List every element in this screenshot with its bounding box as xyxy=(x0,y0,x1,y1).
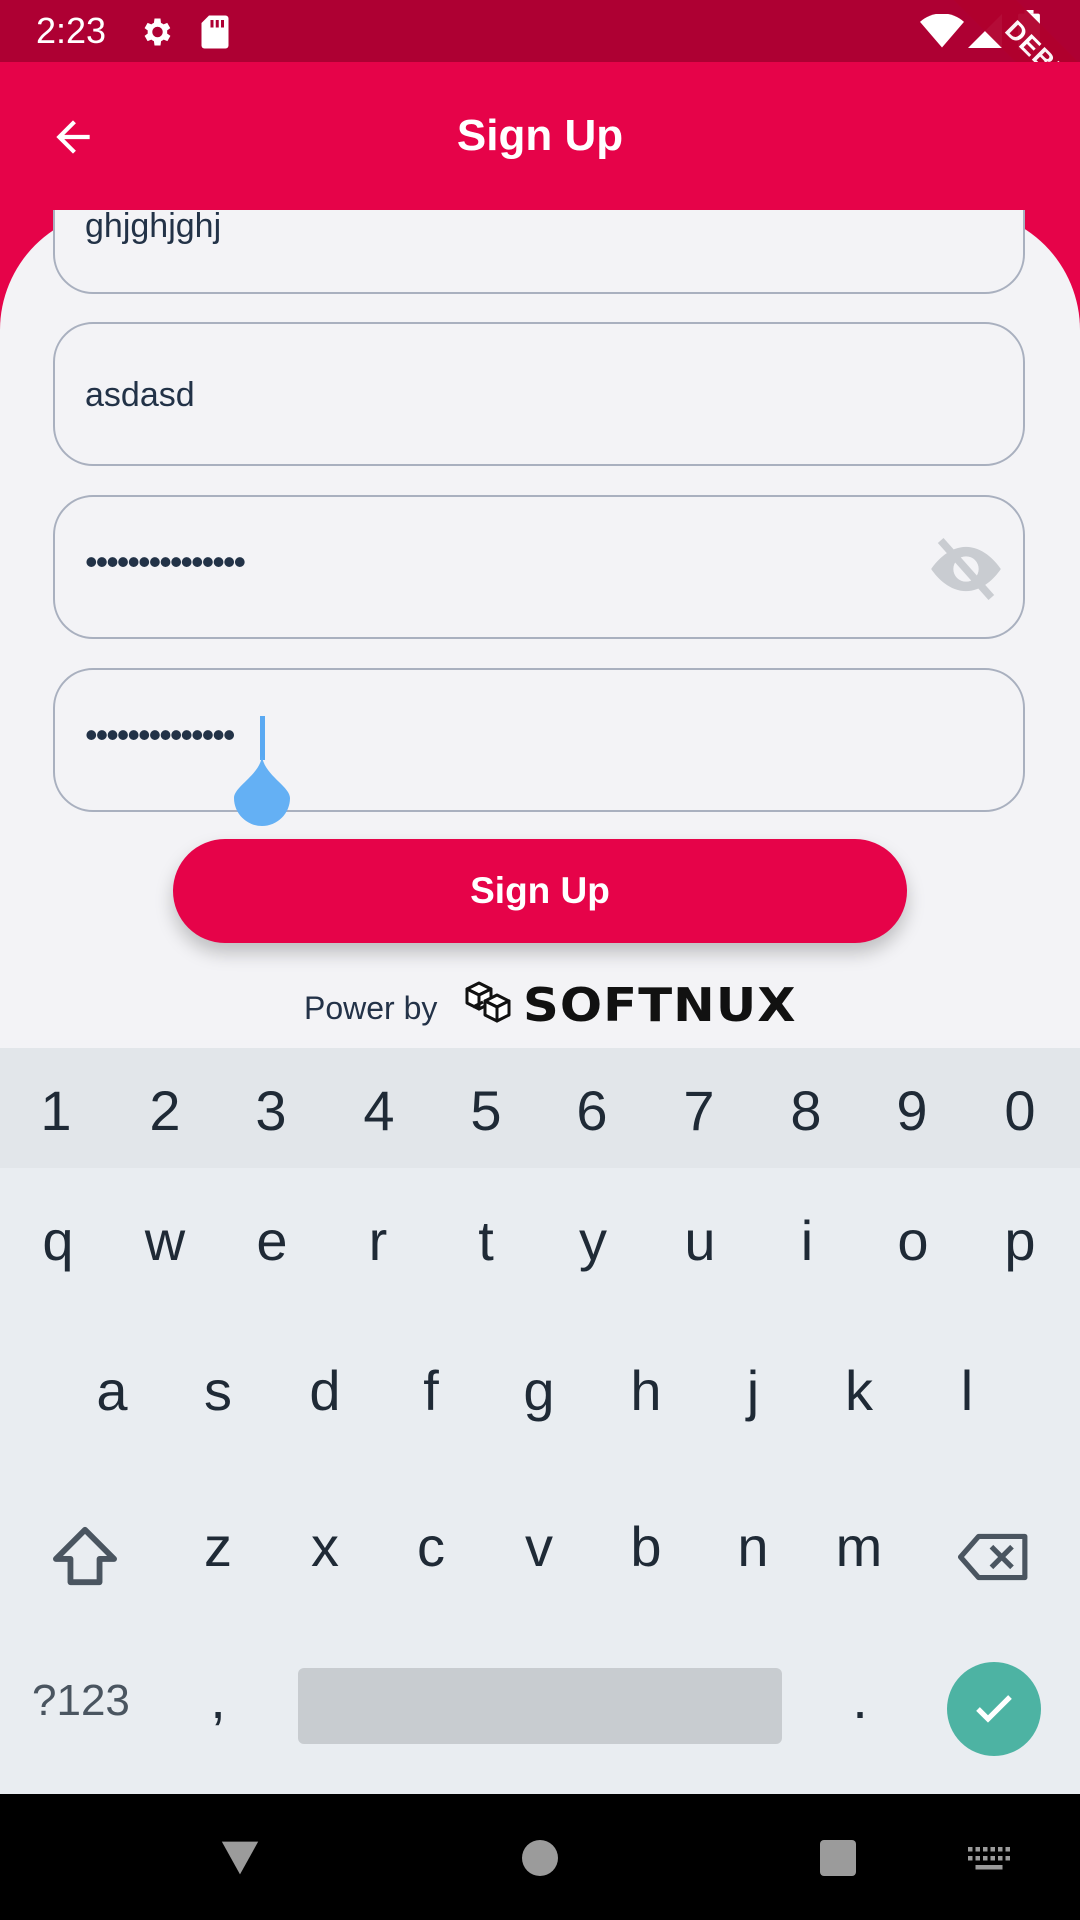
key-j[interactable]: j xyxy=(713,1358,793,1423)
key-0[interactable]: 0 xyxy=(980,1078,1060,1143)
key-p[interactable]: p xyxy=(980,1208,1060,1273)
key-d[interactable]: d xyxy=(285,1358,365,1423)
navigation-bar xyxy=(0,1794,1080,1920)
backspace-key[interactable] xyxy=(958,1530,1030,1589)
square-recents-icon xyxy=(820,1840,856,1876)
home-nav-button[interactable] xyxy=(520,1838,560,1883)
confirm-password-field[interactable]: •••••••••••••• xyxy=(53,668,1025,826)
key-r[interactable]: r xyxy=(338,1208,418,1273)
confirm-password-value: •••••••••••••• xyxy=(85,714,235,755)
key-f[interactable]: f xyxy=(391,1358,471,1423)
check-icon xyxy=(976,1695,1012,1723)
key-o[interactable]: o xyxy=(873,1208,953,1273)
key-comma[interactable]: , xyxy=(178,1666,258,1731)
keyboard-switch-button[interactable] xyxy=(968,1846,1010,1877)
text-field-2[interactable]: asdasd xyxy=(53,322,1025,466)
done-key[interactable] xyxy=(947,1662,1041,1756)
status-bar: 2:23 xyxy=(0,0,1080,62)
backspace-icon xyxy=(958,1533,1028,1581)
key-q[interactable]: q xyxy=(18,1208,98,1273)
key-5[interactable]: 5 xyxy=(446,1078,526,1143)
key-y[interactable]: y xyxy=(553,1208,633,1273)
key-s[interactable]: s xyxy=(178,1358,258,1423)
brand-name: SOFTNUX xyxy=(523,978,797,1032)
space-key[interactable] xyxy=(298,1668,782,1744)
power-by-label: Power by xyxy=(304,990,438,1026)
key-6[interactable]: 6 xyxy=(552,1078,632,1143)
key-t[interactable]: t xyxy=(446,1208,526,1273)
key-m[interactable]: m xyxy=(819,1514,899,1579)
recents-nav-button[interactable] xyxy=(818,1838,858,1883)
key-k[interactable]: k xyxy=(819,1358,899,1423)
password-value: ••••••••••••••• xyxy=(85,541,246,582)
key-n[interactable]: n xyxy=(713,1514,793,1579)
sd-card-icon xyxy=(200,14,230,55)
symbols-key[interactable]: ?123 xyxy=(32,1676,130,1726)
sign-up-button[interactable]: Sign Up xyxy=(173,839,907,943)
key-3[interactable]: 3 xyxy=(231,1078,311,1143)
key-x[interactable]: x xyxy=(285,1514,365,1579)
back-nav-button[interactable] xyxy=(218,1838,262,1883)
key-u[interactable]: u xyxy=(660,1208,740,1273)
key-2[interactable]: 2 xyxy=(125,1078,205,1143)
key-g[interactable]: g xyxy=(499,1358,579,1423)
shift-key[interactable] xyxy=(50,1524,120,1593)
wifi-icon xyxy=(920,13,964,53)
key-8[interactable]: 8 xyxy=(766,1078,846,1143)
settings-icon xyxy=(138,14,174,55)
key-h[interactable]: h xyxy=(606,1358,686,1423)
cursor-handle[interactable] xyxy=(232,754,292,831)
brand-logo: SOFTNUX xyxy=(463,975,796,1035)
key-z[interactable]: z xyxy=(178,1514,258,1579)
key-period[interactable]: . xyxy=(820,1666,900,1731)
key-w[interactable]: w xyxy=(125,1208,205,1273)
visibility-off-icon[interactable] xyxy=(923,531,1009,612)
text-field-1[interactable]: ghjghjghj xyxy=(53,150,1025,294)
field-value: asdasd xyxy=(85,376,195,414)
shift-icon xyxy=(53,1526,117,1586)
password-field[interactable]: ••••••••••••••• xyxy=(53,495,1025,639)
key-i[interactable]: i xyxy=(767,1208,847,1273)
key-4[interactable]: 4 xyxy=(339,1078,419,1143)
circle-home-icon xyxy=(522,1840,558,1876)
field-value: ghjghjghj xyxy=(85,207,222,245)
key-c[interactable]: c xyxy=(391,1514,471,1579)
cubes-logo-icon xyxy=(465,981,511,1023)
triangle-back-icon xyxy=(221,1841,259,1875)
key-v[interactable]: v xyxy=(499,1514,579,1579)
key-b[interactable]: b xyxy=(606,1514,686,1579)
key-7[interactable]: 7 xyxy=(659,1078,739,1143)
key-1[interactable]: 1 xyxy=(16,1078,96,1143)
key-e[interactable]: e xyxy=(232,1208,312,1273)
status-time: 2:23 xyxy=(36,10,107,51)
keyboard-icon xyxy=(968,1847,1010,1870)
key-l[interactable]: l xyxy=(927,1358,1007,1423)
soft-keyboard: 1 2 3 4 5 6 7 8 9 0 q w e r t y u i o p … xyxy=(0,1048,1080,1794)
key-a[interactable]: a xyxy=(72,1358,152,1423)
key-9[interactable]: 9 xyxy=(872,1078,952,1143)
